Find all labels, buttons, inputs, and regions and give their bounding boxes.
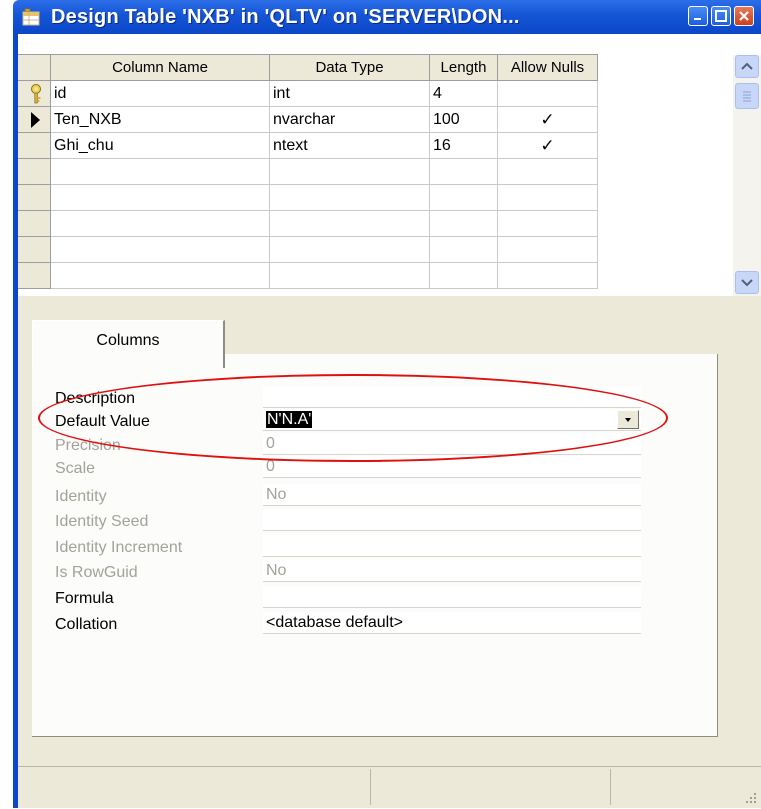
current-row-arrow-icon xyxy=(31,112,40,128)
property-label-precision: Precision xyxy=(55,437,121,454)
grid-cell-empty[interactable] xyxy=(430,237,498,263)
property-value-formula[interactable] xyxy=(263,586,641,608)
chevron-down-icon xyxy=(741,279,753,287)
property-value-identity: No xyxy=(263,484,641,506)
grid-cell-length[interactable]: 4 xyxy=(430,81,498,107)
grid-cell-empty[interactable] xyxy=(498,185,598,211)
resize-grip-icon[interactable] xyxy=(745,792,757,804)
row-selector[interactable] xyxy=(18,133,51,159)
grid-cell-empty[interactable] xyxy=(270,159,430,185)
grid-cell-empty[interactable] xyxy=(430,211,498,237)
property-value-identity-increment xyxy=(263,535,641,557)
property-label-is-rowguid: Is RowGuid xyxy=(55,564,138,581)
chevron-down-icon xyxy=(625,418,631,422)
grid-cell-empty[interactable] xyxy=(51,263,270,289)
grid-cell-empty[interactable] xyxy=(51,237,270,263)
header-data-type[interactable]: Data Type xyxy=(270,54,430,81)
status-divider xyxy=(370,769,371,805)
row-selector[interactable] xyxy=(18,237,51,263)
grid-cell-empty[interactable] xyxy=(430,159,498,185)
title-bar[interactable]: Design Table 'NXB' in 'QLTV' on 'SERVER\… xyxy=(13,0,761,34)
scroll-up-button[interactable] xyxy=(735,55,759,78)
tab-columns[interactable]: Columns xyxy=(32,320,225,368)
grid-cell-length[interactable]: 100 xyxy=(430,107,498,133)
property-label-default-value: Default Value xyxy=(55,413,150,430)
grid-cell-length[interactable]: 16 xyxy=(430,133,498,159)
property-label-formula: Formula xyxy=(55,590,114,607)
primary-key-icon xyxy=(31,84,41,104)
default-value-text[interactable]: N'N.A' xyxy=(266,411,313,428)
grid-cell-allow-nulls[interactable] xyxy=(498,81,598,107)
row-selector[interactable] xyxy=(18,263,51,289)
row-selector[interactable] xyxy=(18,211,51,237)
row-selector[interactable] xyxy=(18,185,51,211)
status-strip xyxy=(18,766,761,809)
grid-cell-data-type[interactable]: int xyxy=(270,81,430,107)
status-bar xyxy=(18,741,761,808)
header-allow-nulls[interactable]: Allow Nulls xyxy=(498,54,598,81)
header-length[interactable]: Length xyxy=(430,54,498,81)
property-value-collation[interactable]: <database default> xyxy=(263,612,641,634)
grid-cell-empty[interactable] xyxy=(498,211,598,237)
table-design-icon xyxy=(21,7,41,27)
scroll-thumb[interactable] xyxy=(735,83,759,109)
property-label-identity: Identity xyxy=(55,488,107,505)
header-column-name[interactable]: Column Name xyxy=(51,54,270,81)
default-value-field[interactable]: N'N.A' xyxy=(263,409,641,431)
grid-cell-empty[interactable] xyxy=(498,159,598,185)
grid-cell-empty[interactable] xyxy=(51,159,270,185)
grid-cell-empty[interactable] xyxy=(430,185,498,211)
grid-cell-column-name[interactable]: Ghi_chu xyxy=(51,133,270,159)
row-selector[interactable] xyxy=(18,81,51,107)
grid-cell-empty[interactable] xyxy=(51,211,270,237)
grid-cell-empty[interactable] xyxy=(498,263,598,289)
close-button[interactable] xyxy=(734,6,754,26)
property-value-scale: 0 xyxy=(263,456,641,478)
grid-cell-empty[interactable] xyxy=(51,185,270,211)
grid-cell-empty[interactable] xyxy=(498,237,598,263)
grid-cell-allow-nulls[interactable]: ✓ xyxy=(498,133,598,159)
maximize-button[interactable] xyxy=(711,6,731,26)
property-label-collation: Collation xyxy=(55,616,118,633)
row-selector[interactable] xyxy=(18,159,51,185)
property-value-identity-seed xyxy=(263,509,641,531)
property-label-identity-seed: Identity Seed xyxy=(55,513,149,530)
row-selector[interactable] xyxy=(18,107,51,133)
property-label-scale: Scale xyxy=(55,460,96,477)
chevron-up-icon xyxy=(741,62,753,70)
minimize-button[interactable] xyxy=(688,6,708,26)
property-label-identity-increment: Identity Increment xyxy=(55,539,183,556)
column-properties-pane: Columns Description Default Value N'N.A'… xyxy=(18,296,761,741)
property-value-description[interactable] xyxy=(263,386,641,408)
scroll-down-button[interactable] xyxy=(735,271,759,294)
column-grid[interactable]: Column Name Data Type Length Allow Nulls… xyxy=(18,34,761,296)
property-value-is-rowguid: No xyxy=(263,560,641,582)
grid-cell-empty[interactable] xyxy=(430,263,498,289)
grid-cell-column-name[interactable]: Ten_NXB xyxy=(51,107,270,133)
grip-lines-icon xyxy=(743,91,751,102)
grid-cell-data-type[interactable]: nvarchar xyxy=(270,107,430,133)
grid-cell-empty[interactable] xyxy=(270,263,430,289)
property-value-precision: 0 xyxy=(263,433,641,455)
status-divider xyxy=(610,769,611,805)
grid-cell-allow-nulls[interactable]: ✓ xyxy=(498,107,598,133)
default-value-dropdown-button[interactable] xyxy=(617,410,639,429)
grid-cell-column-name[interactable]: id xyxy=(51,81,270,107)
grid-corner-header xyxy=(18,54,51,81)
grid-vertical-scrollbar[interactable] xyxy=(733,55,761,296)
window-title: Design Table 'NXB' in 'QLTV' on 'SERVER\… xyxy=(51,6,520,28)
grid-cell-empty[interactable] xyxy=(270,237,430,263)
property-label-description: Description xyxy=(55,390,136,407)
grid-cell-empty[interactable] xyxy=(270,211,430,237)
grid-cell-empty[interactable] xyxy=(270,185,430,211)
grid-cell-data-type[interactable]: ntext xyxy=(270,133,430,159)
